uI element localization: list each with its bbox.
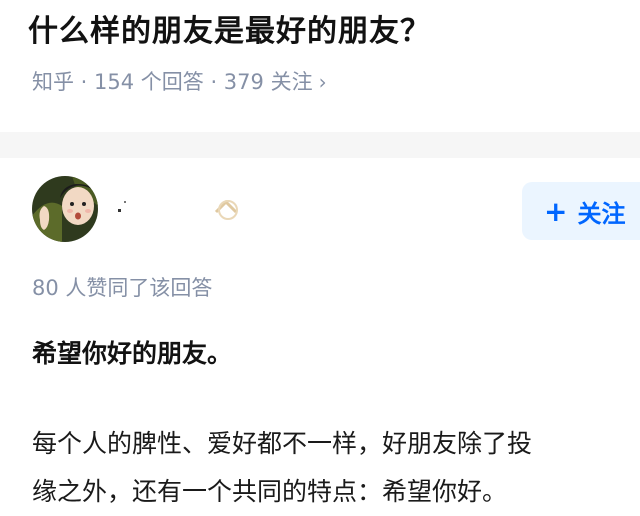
follow-label: 关注 (577, 199, 626, 228)
answer-paragraph: 每个人的脾性、爱好都不一样，好朋友除了投 缘之外，还有一个共同的特点：希望你好。 (32, 420, 532, 516)
question-meta-text: 知乎 · 154 个回答 · 379 关注 (32, 70, 313, 94)
follow-button[interactable]: + 关注 (522, 182, 640, 240)
question-title: 什么样的朋友是最好的朋友？ (28, 14, 431, 49)
answer-line: 缘之外，还有一个共同的特点：希望你好。 (32, 477, 508, 506)
author-name[interactable] (116, 196, 246, 222)
answer-heading: 希望你好的朋友。 (32, 339, 233, 368)
question-meta[interactable]: 知乎 · 154 个回答 · 379 关注 › (32, 66, 327, 96)
avatar[interactable] (32, 176, 98, 242)
answer-line: 每个人的脾性、爱好都不一样，好朋友除了投 (32, 429, 533, 458)
chevron-right-icon: › (318, 70, 327, 94)
plus-icon: + (544, 194, 568, 228)
section-divider (0, 132, 640, 158)
vote-summary: 80 人赞同了该回答 (32, 276, 213, 300)
